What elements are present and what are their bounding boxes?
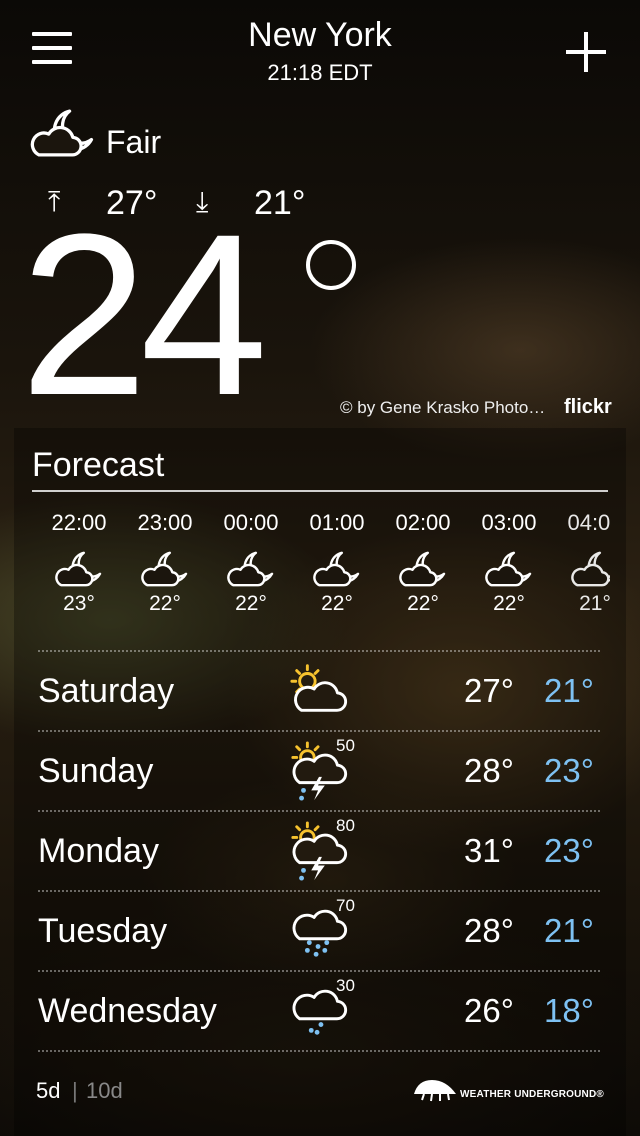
tab-separator: |	[72, 1078, 78, 1103]
hour-temp: 23°	[63, 592, 95, 615]
hour-time: 00:00	[223, 510, 279, 535]
local-time: 21:18 EDT	[267, 60, 373, 85]
day-high: 28°	[464, 912, 514, 949]
day-low: 21°	[544, 672, 594, 709]
tab-10-day[interactable]: 10d	[86, 1078, 123, 1104]
row-divider	[38, 1050, 600, 1052]
precip-chance: 70	[336, 896, 355, 915]
hour-item: 00:00 22°	[208, 510, 294, 616]
precip-chance: 50	[336, 736, 355, 755]
day-name: Monday	[38, 832, 159, 870]
forecast-title: Forecast	[32, 446, 165, 484]
hour-item: 01:00 22°	[294, 510, 380, 616]
day-name: Tuesday	[38, 912, 168, 950]
forecast-divider	[32, 490, 608, 492]
hour-item: 22:00 23°	[36, 510, 122, 616]
condition-text: Fair	[106, 124, 162, 160]
daily-row-wednesday[interactable]: Wednesday 30 26° 18°	[36, 972, 610, 1052]
day-low: 21°	[544, 912, 594, 949]
hour-time: 22:00	[51, 510, 107, 535]
daily-row-tuesday[interactable]: Tuesday 70 28° 21°	[36, 892, 610, 972]
daily-row-monday[interactable]: Monday 80 31° 23°	[36, 812, 610, 892]
precip-chance: 80	[336, 816, 355, 835]
day-high: 27°	[464, 672, 514, 709]
moon-cloud-icon	[483, 548, 535, 590]
day-high: 28°	[464, 752, 514, 789]
menu-button[interactable]	[32, 32, 72, 66]
hour-item: 04:00 21°	[552, 510, 610, 616]
moon-cloud-icon	[28, 104, 98, 162]
hour-temp: 22°	[407, 592, 439, 615]
hour-temp: 22°	[321, 592, 353, 615]
hour-time: 23:00	[137, 510, 193, 535]
precip-chance: 30	[336, 976, 355, 995]
degree-symbol	[306, 240, 356, 290]
day-high: 31°	[464, 832, 514, 869]
daily-row-sunday[interactable]: Sunday 50 28° 23°	[36, 732, 610, 812]
weather-underground-text[interactable]: WEATHER UNDERGROUND®	[460, 1089, 604, 1100]
hour-time: 01:00	[309, 510, 365, 535]
add-location-button[interactable]	[566, 32, 606, 72]
hourly-forecast[interactable]: 22:00 23° 23:00 22° 00:00 22° 01:00 22° …	[36, 510, 610, 640]
sun-cloud-icon	[288, 660, 350, 718]
day-low: 18°	[544, 992, 594, 1029]
hour-time: 02:00	[395, 510, 451, 535]
city-name: New York	[248, 16, 392, 54]
hour-item: 23:00 22°	[122, 510, 208, 616]
moon-cloud-icon	[225, 548, 277, 590]
hour-item: 02:00 22°	[380, 510, 466, 616]
hour-time: 03:00	[481, 510, 537, 535]
hour-time: 04:00	[567, 510, 610, 535]
moon-cloud-icon	[569, 548, 610, 590]
day-high: 26°	[464, 992, 514, 1029]
moon-cloud-icon	[139, 548, 191, 590]
day-name: Sunday	[38, 752, 154, 790]
hour-item: 03:00 22°	[466, 510, 552, 616]
flickr-logo[interactable]: flickr	[564, 396, 612, 419]
day-low: 23°	[544, 752, 594, 789]
hour-temp: 22°	[493, 592, 525, 615]
today-low: 21°	[254, 184, 306, 222]
weather-underground-logo-icon[interactable]	[412, 1076, 458, 1102]
tab-5-day[interactable]: 5d	[36, 1078, 60, 1104]
photo-credit[interactable]: © by Gene Krasko Photo…	[340, 398, 545, 418]
hour-temp: 21°	[579, 592, 610, 615]
moon-cloud-icon	[53, 548, 105, 590]
daily-row-saturday[interactable]: Saturday 27° 21°	[36, 652, 610, 732]
hour-temp: 22°	[149, 592, 181, 615]
day-name: Saturday	[38, 672, 175, 710]
hour-temp: 22°	[235, 592, 267, 615]
moon-cloud-icon	[397, 548, 449, 590]
moon-cloud-icon	[311, 548, 363, 590]
current-temperature: 24	[20, 186, 268, 443]
day-name: Wednesday	[38, 992, 217, 1030]
day-low: 23°	[544, 832, 594, 869]
